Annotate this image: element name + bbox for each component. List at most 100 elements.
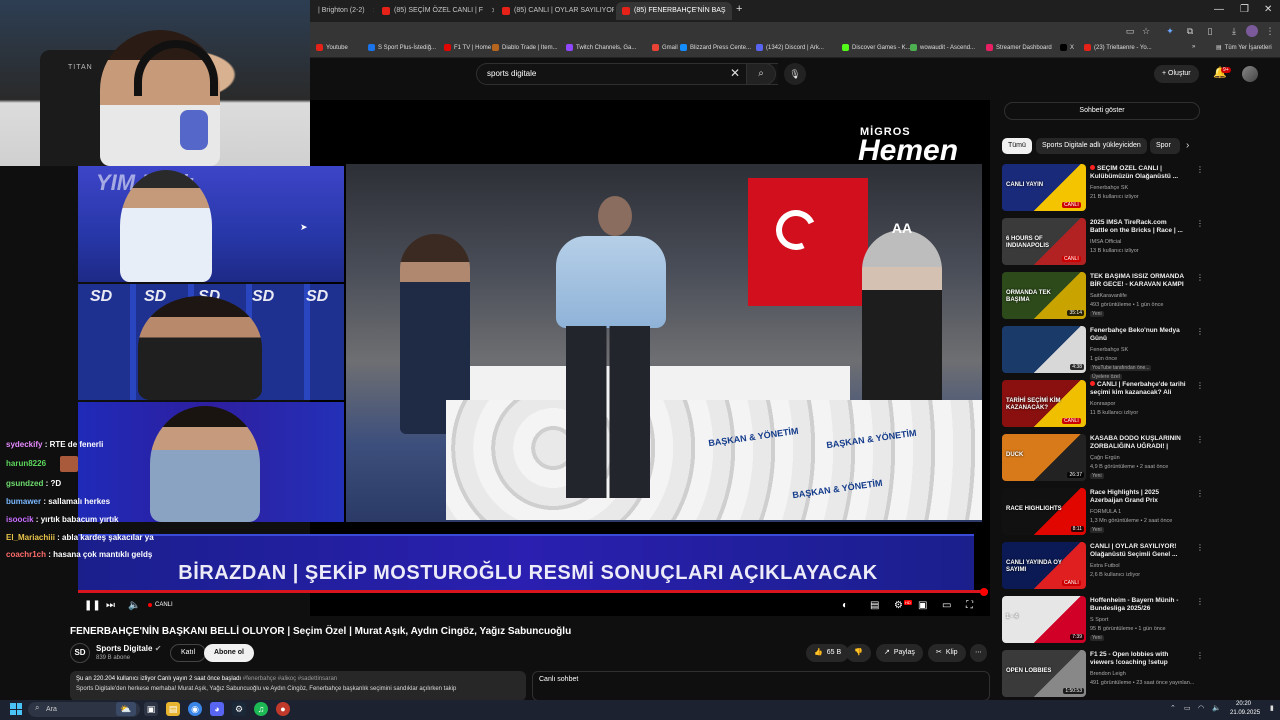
more-options-icon[interactable]: ⋮	[1196, 381, 1204, 390]
steam-icon[interactable]: ⚙	[232, 702, 246, 716]
theater-mode-icon[interactable]: ▭	[942, 600, 951, 611]
bookmark-item[interactable]: X	[1060, 44, 1074, 51]
bookmark-item[interactable]: S Sport Plus-İstediğ...	[368, 44, 436, 51]
recommendation-channel[interactable]: IMSA Official	[1090, 239, 1121, 245]
bookmark-item[interactable]: F1 TV | Home	[444, 44, 491, 51]
progress-bar[interactable]	[78, 590, 988, 593]
subscribe-button[interactable]: Abone ol	[204, 644, 254, 662]
join-button[interactable]: Katıl	[170, 644, 207, 662]
wifi-icon[interactable]: ◠	[1198, 704, 1204, 712]
chat-username[interactable]: sydeckify	[6, 440, 42, 449]
dislike-button[interactable]: 👎	[846, 644, 871, 662]
task-view-icon[interactable]: ▣	[144, 702, 158, 716]
scrubber-handle[interactable]	[980, 588, 988, 596]
chevron-right-icon[interactable]: ›	[1186, 140, 1189, 151]
share-button[interactable]: ↗ Paylaş	[876, 644, 923, 662]
hashtags[interactable]: #fenerbahçe #aliкoç #sadettinsaran	[243, 676, 337, 682]
bookmark-item[interactable]: wowaudit - Ascend...	[910, 44, 975, 51]
clock-time[interactable]: 20:20	[1236, 701, 1251, 707]
more-bookmarks-icon[interactable]: »	[1192, 44, 1195, 50]
recommendation-title[interactable]: TEK BAŞIMA ISSIZ ORMANDA BİR GECE! - KAR…	[1090, 273, 1186, 289]
chat-username[interactable]: gsundzed	[6, 479, 43, 488]
bookmark-item[interactable]: Blizzard Press Cente...	[680, 44, 751, 51]
bookmark-item[interactable]: Streamer Dashboard	[986, 44, 1052, 51]
filter-chip-uploader[interactable]: Sports Digitale adlı yükleyiciden	[1036, 138, 1147, 154]
recommendation-channel[interactable]: Çağrı Ergün	[1090, 455, 1120, 461]
file-explorer-icon[interactable]: ▤	[166, 702, 180, 716]
maximize-icon[interactable]: ❐	[1240, 4, 1249, 15]
clear-search-icon[interactable]: ✕	[730, 66, 740, 80]
clock-date[interactable]: 21.09.2025	[1230, 710, 1260, 716]
spotify-icon[interactable]: ♫	[254, 702, 268, 716]
close-icon[interactable]: ✕	[373, 2, 374, 20]
recommendation-title[interactable]: SEÇİM ÖZEL CANLI | Kulübümüzün Olağanüst…	[1090, 165, 1186, 181]
new-tab-button[interactable]: +	[736, 3, 742, 15]
voice-search-button[interactable]: 🎙	[784, 63, 806, 85]
browser-tab[interactable]: (85) SEÇİM ÖZEL CANLI | F ✕	[376, 2, 494, 20]
recommendation-title[interactable]: Fenerbahçe Beko'nun Medya Günü	[1090, 327, 1186, 343]
more-actions-button[interactable]: ⋯	[970, 644, 987, 662]
more-options-icon[interactable]: ⋮	[1196, 435, 1204, 444]
recommendation-title[interactable]: KASABA DODO KUŞLARININ ZORBALIĞINA UĞRAD…	[1090, 435, 1186, 451]
pause-icon[interactable]: ❚❚	[84, 600, 101, 611]
recommendation-channel[interactable]: S Sport	[1090, 617, 1108, 623]
live-chat-panel[interactable]	[532, 671, 990, 701]
network-icon[interactable]: ▭	[1184, 704, 1191, 712]
sidepanel-icon[interactable]: ▯	[1204, 25, 1216, 37]
bookmark-item[interactable]: Diablo Trade | Item...	[492, 44, 558, 51]
chat-username[interactable]: bumawer	[6, 497, 41, 506]
more-options-icon[interactable]: ⋮	[1196, 327, 1204, 336]
create-button[interactable]: + Oluştur	[1154, 65, 1199, 83]
chat-username[interactable]: El_Mariachiii	[6, 533, 55, 542]
recommendation-title[interactable]: Race Highlights | 2025 Azerbaijan Grand …	[1090, 489, 1186, 505]
recommendation-title[interactable]: F1 25 - Open lobbies with viewers !coach…	[1090, 651, 1186, 667]
discord-icon[interactable]: ◕	[210, 702, 224, 716]
more-options-icon[interactable]: ⋮	[1196, 273, 1204, 282]
star-icon[interactable]: ☆	[1140, 25, 1152, 37]
account-avatar[interactable]	[1242, 66, 1258, 82]
bookmark-item[interactable]: (23) Trieltaenre - Yo...	[1084, 44, 1152, 51]
recommendation-channel[interactable]: Brendon Leigh	[1090, 671, 1126, 677]
weather-widget-icon[interactable]: ⛅	[116, 702, 136, 716]
live-indicator[interactable]: CANLI	[148, 602, 173, 608]
recommendation-channel[interactable]: Extra Futbol	[1090, 563, 1120, 569]
miniplayer-icon[interactable]: ▣	[918, 600, 927, 611]
recommendation-channel[interactable]: Konraspor	[1090, 401, 1115, 407]
search-button[interactable]: ⌕	[746, 63, 776, 85]
autoplay-toggle[interactable]: ◐	[842, 600, 848, 611]
subtitles-icon[interactable]: ▤	[870, 600, 879, 611]
filter-chip-sport[interactable]: Spor	[1150, 138, 1180, 154]
next-icon[interactable]: ⏭	[106, 600, 115, 611]
notification-center-icon[interactable]: ▮	[1270, 704, 1274, 712]
chat-username[interactable]: isoocik	[6, 515, 34, 524]
more-options-icon[interactable]: ⋮	[1196, 165, 1204, 174]
close-icon[interactable]: ✕	[491, 2, 494, 20]
bookmark-item[interactable]: (1342) Discord | Ark...	[756, 44, 824, 51]
menu-dots-icon[interactable]: ⋮	[1264, 25, 1276, 37]
channel-avatar[interactable]: SD	[70, 643, 90, 663]
recommendation-channel[interactable]: SaitKaravanlife	[1090, 293, 1127, 299]
recommendation-title[interactable]: 2025 IMSA TireRack.com Battle on the Bri…	[1090, 219, 1186, 235]
recommendation-title[interactable]: Hoffenheim - Bayern Münih - Bundesliga 2…	[1090, 597, 1186, 613]
volume-icon[interactable]: 🔈	[128, 600, 140, 611]
bookmark-item[interactable]: Gmail	[652, 44, 678, 51]
profile-icon[interactable]	[1246, 25, 1258, 37]
show-chat-button[interactable]: Sohbeti göster	[1004, 102, 1200, 120]
recommendation-channel[interactable]: Fenerbahçe SK	[1090, 347, 1128, 353]
obs-icon[interactable]: ●	[276, 702, 290, 716]
browser-tab[interactable]: | Brighton (2-2) ✕	[312, 2, 374, 20]
windows-start-icon[interactable]	[10, 703, 22, 715]
puzzle-icon[interactable]: ⧉	[1184, 25, 1196, 37]
cast-icon[interactable]: ▭	[1124, 25, 1136, 37]
recommendation-title[interactable]: CANLI | Fenerbahçe'de tarihi seçimi kim …	[1090, 381, 1186, 397]
more-options-icon[interactable]: ⋮	[1196, 489, 1204, 498]
tray-chevron-icon[interactable]: ⌃	[1170, 704, 1176, 712]
download-icon[interactable]: ⤓	[1228, 25, 1240, 37]
recommendation-channel[interactable]: Fenerbahçe SK	[1090, 185, 1128, 191]
browser-tab-active[interactable]: (85) FENERBAHÇE'NİN BAŞ✕	[616, 2, 732, 20]
recommendation-channel[interactable]: FORMULA 1	[1090, 509, 1121, 515]
clip-button[interactable]: ✂ Klip	[928, 644, 966, 662]
window-close-icon[interactable]: ✕	[1264, 4, 1272, 15]
channel-name[interactable]: Sports Digitale ✔	[96, 644, 161, 653]
more-options-icon[interactable]: ⋮	[1196, 651, 1204, 660]
